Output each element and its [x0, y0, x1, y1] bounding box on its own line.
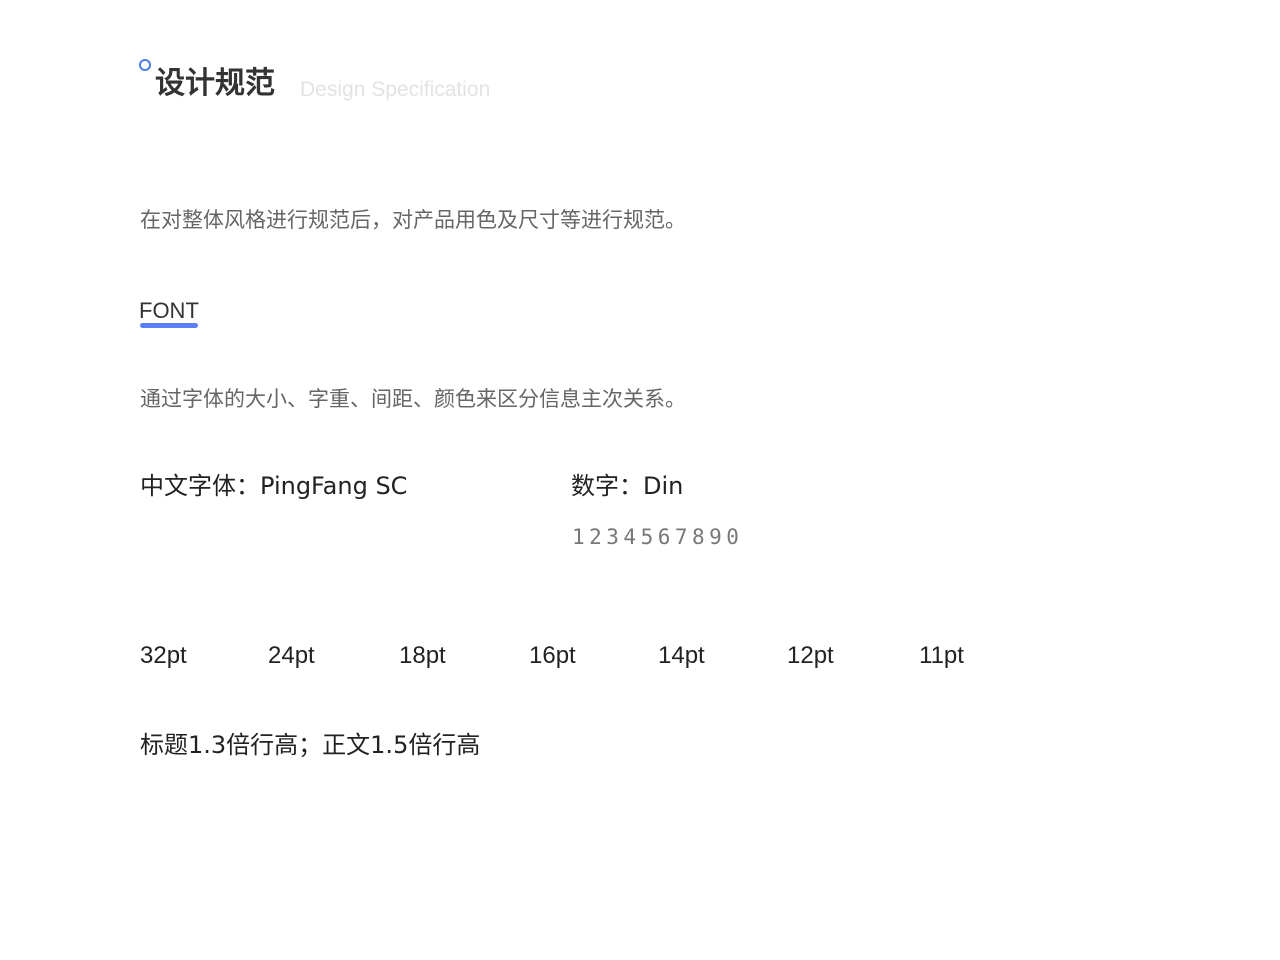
line-height-note: 标题1.3倍行高；正文1.5倍行高 — [140, 731, 481, 759]
title-dot-icon — [139, 59, 151, 71]
section-title-font: FONT — [139, 298, 199, 323]
section-title-underline — [140, 323, 198, 328]
size-11pt: 11pt — [919, 642, 964, 669]
font-description: 通过字体的大小、字重、间距、颜色来区分信息主次关系。 — [140, 387, 686, 411]
size-14pt: 14pt — [658, 642, 705, 669]
chinese-font-label: 中文字体：PingFang SC — [140, 472, 408, 500]
size-32pt: 32pt — [140, 642, 187, 669]
page-title: 设计规范 — [155, 66, 275, 101]
size-16pt: 16pt — [529, 642, 576, 669]
size-18pt: 18pt — [399, 642, 446, 669]
number-font-label: 数字：Din — [571, 472, 684, 500]
size-24pt: 24pt — [268, 642, 315, 669]
intro-text: 在对整体风格进行规范后，对产品用色及尺寸等进行规范。 — [140, 208, 686, 232]
digits-sample: 1234567890 — [572, 525, 744, 549]
size-12pt: 12pt — [787, 642, 834, 669]
page-subtitle: Design Specification — [300, 78, 491, 101]
